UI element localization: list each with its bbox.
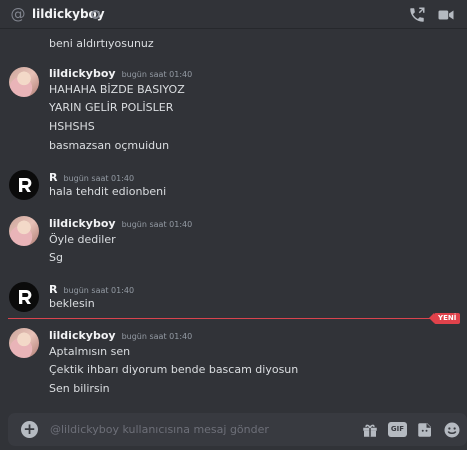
message-text: Aptalmısın sen (49, 345, 131, 358)
new-messages-divider (8, 318, 434, 319)
gift-icon[interactable] (361, 421, 379, 439)
avatar[interactable] (9, 282, 39, 312)
timestamp: bugün saat 01:40 (121, 70, 193, 79)
message-text: YARIN GELİR POLİSLER (49, 101, 174, 114)
message-text: Öyle dediler (49, 233, 116, 246)
timestamp: bugün saat 01:40 (63, 286, 135, 295)
avatar[interactable] (9, 170, 39, 200)
author-name[interactable]: lildickyboy (49, 217, 116, 230)
avatar[interactable] (9, 67, 39, 97)
author-name[interactable]: lildickyboy (49, 67, 116, 80)
message-header: lildickyboy bugün saat 01:40 (49, 329, 192, 344)
message-text: Sen bilirsin (49, 382, 110, 395)
avatar[interactable] (9, 216, 39, 246)
message-text: beklesin (49, 297, 95, 310)
author-name[interactable]: R (49, 283, 57, 296)
message-composer: + GIF (8, 413, 467, 446)
message-text: Sg (49, 251, 63, 264)
timestamp: bugün saat 01:40 (121, 332, 193, 341)
plus-icon: + (23, 420, 36, 438)
offline-status-icon (91, 10, 100, 19)
message-input[interactable] (50, 419, 350, 439)
at-sign-icon: @ (10, 5, 26, 23)
voice-call-icon[interactable] (408, 6, 426, 24)
message-text: basmazsan oçmuidun (49, 139, 170, 152)
new-messages-badge: YENİ (428, 313, 461, 324)
message-text: Çektik ihbarı diyorum bende bascam diyos… (49, 363, 299, 376)
emoji-icon[interactable] (443, 421, 461, 439)
add-attachment-button[interactable]: + (21, 421, 38, 438)
author-name[interactable]: lildickyboy (49, 329, 116, 342)
channel-header: @ lildickyboy (0, 0, 467, 29)
r-logo-icon (19, 290, 32, 304)
author-name[interactable]: R (49, 171, 57, 184)
message-header: Rbugün saat 01:40 (49, 171, 134, 186)
message-header: lildickyboy bugün saat 01:40 (49, 67, 192, 82)
gif-button[interactable]: GIF (388, 422, 407, 437)
sticker-icon[interactable] (416, 421, 434, 439)
r-logo-icon (19, 178, 32, 192)
timestamp: bugün saat 01:40 (63, 174, 135, 183)
message-header: lildickyboy bugün saat 01:40 (49, 217, 192, 232)
video-call-icon[interactable] (437, 6, 455, 24)
message-text: HAHAHA BİZDE BASIYOZ (49, 83, 185, 96)
message-text: HSHSHS (49, 120, 95, 133)
message-text: beni aldırtıyosunuz (49, 37, 154, 50)
timestamp: bugün saat 01:40 (121, 220, 193, 229)
avatar[interactable] (9, 328, 39, 358)
message-text: hala tehdit edionbeni (49, 185, 167, 198)
message-header: Rbugün saat 01:40 (49, 283, 134, 298)
